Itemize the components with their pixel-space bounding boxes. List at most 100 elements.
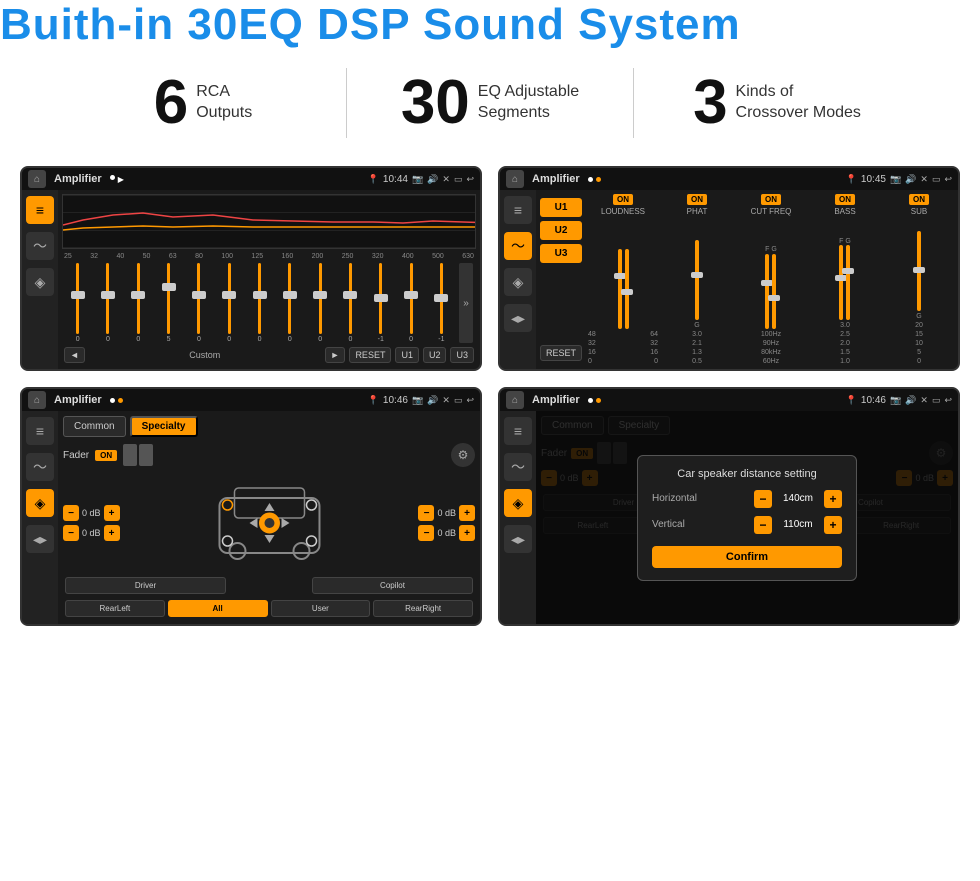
sub-slider[interactable]	[917, 231, 921, 311]
eq-reset-btn[interactable]: RESET	[349, 347, 391, 363]
eq-next-btn[interactable]: ►	[325, 347, 346, 363]
eq-icon[interactable]: ≡	[26, 196, 54, 224]
vol-sidebar-icon[interactable]: ◂▸	[504, 304, 532, 332]
dialog-content: Common Specialty Fader ON ⚙ −	[536, 411, 958, 624]
wave-s-icon[interactable]: 〜	[26, 453, 54, 481]
eq-slider-8[interactable]: 0	[276, 263, 303, 343]
screenshots-grid: ⌂ Amplifier ▶ 📍 10:44 📷 🔊 ✕ ▭ ↩ ≡ 〜 ◈	[0, 156, 980, 646]
eq-prev-btn[interactable]: ◄	[64, 347, 85, 363]
stat-crossover: 3 Kinds ofCrossover Modes	[634, 72, 920, 134]
u3-btn[interactable]: U3	[540, 244, 582, 263]
vertical-value: 110cm	[778, 519, 818, 530]
fader-on-toggle[interactable]: ON	[95, 450, 117, 461]
eq-preset-label: Custom	[89, 350, 321, 360]
rearright-minus[interactable]: −	[418, 525, 434, 541]
vertical-minus[interactable]: −	[754, 516, 772, 534]
vol-s-icon[interactable]: ◂▸	[26, 525, 54, 553]
horizontal-plus[interactable]: +	[824, 490, 842, 508]
rearright-plus[interactable]: +	[459, 525, 475, 541]
vertical-plus[interactable]: +	[824, 516, 842, 534]
crossover-sidebar: ≡ 〜 ◈ ◂▸	[500, 190, 536, 369]
wave-sidebar-icon[interactable]: 〜	[504, 232, 532, 260]
driver-minus[interactable]: −	[63, 505, 79, 521]
wave-d-icon[interactable]: 〜	[504, 453, 532, 481]
bass-slider-2[interactable]	[846, 245, 850, 320]
crossover-reset-btn[interactable]: RESET	[540, 345, 582, 361]
close-icon: ✕	[442, 174, 450, 185]
vol-d-icon[interactable]: ◂▸	[504, 525, 532, 553]
rearright-btn[interactable]: RearRight	[373, 600, 473, 617]
speaker-icon[interactable]: ◈	[26, 268, 54, 296]
home-icon-3[interactable]: ⌂	[28, 391, 46, 409]
home-icon-4[interactable]: ⌂	[506, 391, 524, 409]
copilot-plus[interactable]: +	[459, 505, 475, 521]
rearleft-btn[interactable]: RearLeft	[65, 600, 165, 617]
eq-u3-btn[interactable]: U3	[450, 347, 474, 363]
bass-slider-1[interactable]	[839, 245, 843, 320]
eq-slider-10[interactable]: 0	[337, 263, 364, 343]
wave-icon[interactable]: 〜	[26, 232, 54, 260]
loudness-slider-2[interactable]	[625, 249, 629, 329]
eq-d-icon[interactable]: ≡	[504, 417, 532, 445]
eq-slider-9[interactable]: 0	[307, 263, 334, 343]
phat-slider[interactable]	[695, 240, 699, 320]
driver-btn[interactable]: Driver	[65, 577, 226, 594]
phat-on: ON	[687, 194, 707, 205]
eq-s-icon[interactable]: ≡	[26, 417, 54, 445]
vol-row-driver: − 0 dB +	[63, 505, 120, 521]
settings-icon[interactable]: ⚙	[451, 443, 475, 467]
dialog-sidebar: ≡ 〜 ◈ ◂▸	[500, 411, 536, 624]
eq-slider-12[interactable]: 0	[397, 263, 424, 343]
eq-slider-7[interactable]: 0	[246, 263, 273, 343]
confirm-button[interactable]: Confirm	[652, 546, 842, 568]
eq-slider-13[interactable]: -1	[428, 263, 455, 343]
crossover-channels: ON LOUDNESS 48	[588, 194, 954, 365]
spk-sidebar-icon[interactable]: ◈	[504, 268, 532, 296]
rearleft-plus[interactable]: +	[104, 525, 120, 541]
status-right-eq: 📍 10:44 📷 🔊 ✕ ▭ ↩	[368, 174, 474, 185]
fader-sl-1[interactable]	[123, 444, 137, 466]
eq-sidebar-icon[interactable]: ≡	[504, 196, 532, 224]
rearright-vol: 0 dB	[437, 528, 456, 538]
all-btn[interactable]: All	[168, 600, 268, 617]
copilot-btn[interactable]: Copilot	[312, 577, 473, 594]
eq-slider-3[interactable]: 0	[125, 263, 152, 343]
driver-plus[interactable]: +	[104, 505, 120, 521]
eq-slider-1[interactable]: 0	[64, 263, 91, 343]
horizontal-row: Horizontal − 140cm +	[652, 490, 842, 508]
eq-slider-5[interactable]: 0	[185, 263, 212, 343]
fader-sliders	[123, 444, 153, 466]
user-btn[interactable]: User	[271, 600, 371, 617]
home-icon[interactable]: ⌂	[28, 170, 46, 188]
stat-rca: 6 RCAOutputs	[60, 72, 346, 134]
eq-slider-4[interactable]: 5	[155, 263, 182, 343]
vol-row-rearleft: − 0 dB +	[63, 525, 120, 541]
eq-slider-11[interactable]: -1	[367, 263, 394, 343]
crossover-u-btns: U1 U2 U3 RESET	[540, 194, 582, 365]
copilot-minus[interactable]: −	[418, 505, 434, 521]
tab-specialty[interactable]: Specialty	[130, 416, 198, 437]
spk-s-icon[interactable]: ◈	[26, 489, 54, 517]
cutfreq-slider-2[interactable]	[772, 254, 776, 329]
home-icon-2[interactable]: ⌂	[506, 170, 524, 188]
fader-row: Fader ON ⚙	[63, 443, 475, 467]
eq-u1-btn[interactable]: U1	[395, 347, 419, 363]
eq-u2-btn[interactable]: U2	[423, 347, 447, 363]
eq-time: 10:44	[383, 174, 408, 185]
horizontal-minus[interactable]: −	[754, 490, 772, 508]
stat-eq: 30 EQ AdjustableSegments	[347, 72, 633, 134]
eq-arrow[interactable]: »	[458, 263, 474, 343]
eq-slider-2[interactable]: 0	[94, 263, 121, 343]
sub-label: SUB	[911, 207, 927, 216]
fader-sl-2[interactable]	[139, 444, 153, 466]
crossover-app-name: Amplifier	[532, 173, 580, 185]
u1-btn[interactable]: U1	[540, 198, 582, 217]
spk-d-icon[interactable]: ◈	[504, 489, 532, 517]
cutfreq-slider-1[interactable]	[765, 254, 769, 329]
rearleft-minus[interactable]: −	[63, 525, 79, 541]
u2-btn[interactable]: U2	[540, 221, 582, 240]
eq-slider-6[interactable]: 0	[216, 263, 243, 343]
speaker-app-name: Amplifier	[54, 394, 102, 406]
tab-common[interactable]: Common	[63, 416, 126, 437]
eq-layout: ≡ 〜 ◈	[22, 190, 480, 369]
